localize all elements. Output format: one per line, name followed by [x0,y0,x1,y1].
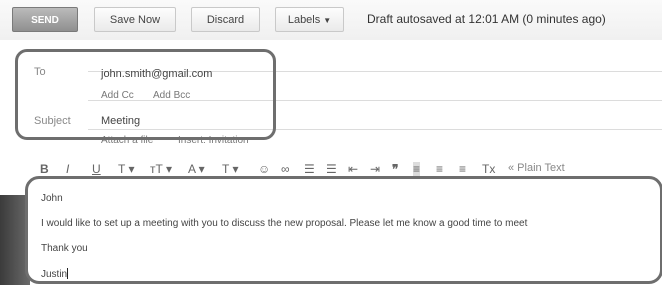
link-icon[interactable]: ∞ [281,162,290,176]
body-line: John [41,193,63,204]
compose-toolbar: SEND Save Now Discard Labels ▼ Draft auto… [0,0,662,40]
align-right-icon[interactable]: ≡ [459,162,466,176]
indent-less-icon[interactable]: ⇤ [348,162,358,176]
header-highlight-annotation [15,49,276,140]
highlight-color-icon[interactable]: T ▾ [222,162,238,176]
bulleted-list-icon[interactable]: ☰ [326,162,337,176]
align-left-icon[interactable]: ≡ [413,162,421,176]
italic-icon[interactable]: I [66,162,69,176]
chevron-down-icon: ▼ [323,16,332,25]
autosave-status: Draft autosaved at 12:01 AM (0 minutes a… [367,12,606,26]
font-icon[interactable]: T ▾ [118,162,134,176]
discard-button[interactable]: Discard [191,7,260,32]
message-body-editor[interactable]: John I would like to set up a meeting wi… [25,176,662,284]
align-center-icon[interactable]: ≡ [436,162,443,176]
text-cursor [67,268,69,279]
numbered-list-icon[interactable]: ☰ [304,162,315,176]
smiley-icon[interactable]: ☺ [258,162,270,176]
plain-text-link[interactable]: « Plain Text [508,162,565,174]
quote-icon[interactable]: ❞ [392,162,398,176]
text-color-icon[interactable]: A ▾ [188,162,205,176]
body-line-text: Justin [41,269,68,280]
underline-icon[interactable]: U [92,162,101,176]
body-line: I would like to set up a meeting with yo… [41,218,528,229]
send-button[interactable]: SEND [12,7,78,32]
body-line: Justin [41,268,69,280]
labels-button[interactable]: Labels ▼ [275,7,344,32]
save-now-button[interactable]: Save Now [94,7,176,32]
remove-formatting-icon[interactable]: Tx [482,162,495,176]
labels-button-label: Labels [287,14,321,26]
indent-more-icon[interactable]: ⇥ [370,162,380,176]
font-size-icon[interactable]: ᴛT ▾ [150,162,172,176]
body-line: Thank you [41,243,88,254]
bold-icon[interactable]: B [40,162,49,176]
